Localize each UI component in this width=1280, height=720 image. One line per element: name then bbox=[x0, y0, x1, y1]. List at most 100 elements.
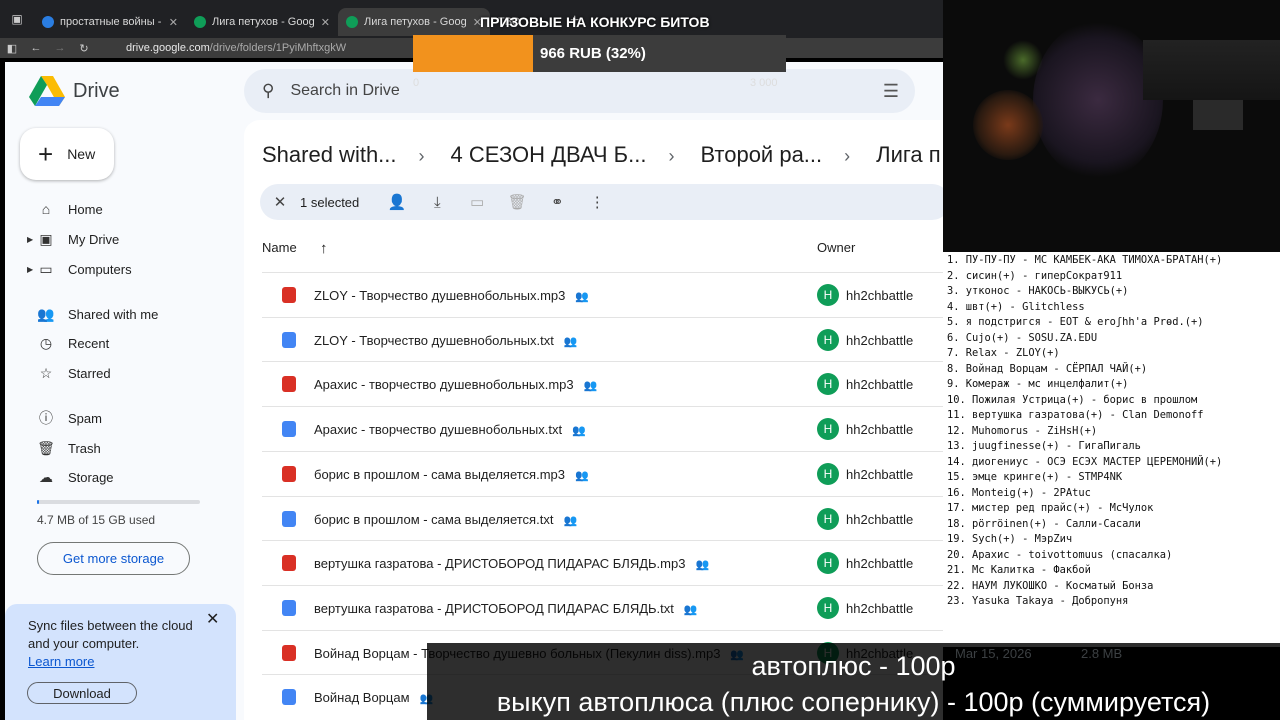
file-size: 2.8 MB bbox=[1081, 646, 1123, 661]
back-icon[interactable]: ← bbox=[24, 42, 48, 54]
search-box[interactable]: ⚲ Search in Drive ☰ bbox=[244, 69, 915, 113]
caption-line-1: автоплюс - 100р bbox=[751, 651, 956, 681]
forward-icon[interactable]: → bbox=[48, 42, 72, 54]
expand-caret-icon[interactable]: ▶ bbox=[27, 235, 33, 244]
sidebar-item-recent[interactable]: ◷ Recent bbox=[25, 328, 225, 358]
owner-avatar: H bbox=[817, 552, 839, 575]
url-field[interactable]: drive.google.com/drive/folders/1PyiMhftx… bbox=[126, 42, 346, 54]
sidebar-item-home[interactable]: ⌂ Home bbox=[25, 194, 225, 224]
table-row[interactable]: Арахис - творчество душевнобольных.txt 👥 H… bbox=[262, 406, 943, 451]
file-date: Mar 15, 2026 bbox=[955, 646, 1032, 661]
list-item: 1. ПУ-ПУ-ПУ - МС КАМБЕК-АКА ТИМОХА-БРАТА… bbox=[947, 254, 1223, 266]
close-tab-icon[interactable]: ✕ bbox=[169, 16, 178, 29]
expand-caret-icon[interactable]: ▶ bbox=[27, 265, 33, 274]
new-button[interactable]: + New bbox=[20, 128, 114, 180]
breadcrumb-item[interactable]: Лига п bbox=[876, 142, 941, 167]
sidebar-item-trash[interactable]: 🗑 Trash bbox=[25, 433, 225, 463]
favicon-icon bbox=[194, 16, 206, 28]
share-icon[interactable]: 👤 bbox=[377, 193, 417, 211]
breadcrumb-item[interactable]: Shared with... bbox=[262, 142, 397, 167]
owner-avatar: H bbox=[817, 596, 839, 619]
download-button[interactable]: Download bbox=[27, 682, 137, 704]
sidebar-item-storage[interactable]: ☁ Storage bbox=[25, 462, 225, 492]
more-vert-icon[interactable]: ⋮ bbox=[577, 193, 617, 211]
list-item: 20. Арахис - toivottomuus (спасалка) bbox=[947, 548, 1173, 561]
tab-title: простатные войны - Google Sh bbox=[60, 16, 163, 28]
col-owner[interactable]: Owner bbox=[817, 240, 855, 255]
sidebar-item-label: Computers bbox=[68, 261, 132, 277]
list-item: 10. Пожилая Устрица(+) - борис в прошлом bbox=[947, 393, 1198, 406]
owner-name: hh2chbattle bbox=[846, 556, 914, 572]
sort-arrow-icon[interactable]: ↑ bbox=[320, 240, 328, 257]
list-item: 2. сисин(+) - гиперСократ911 bbox=[947, 269, 1123, 282]
shared-icon: 👥 bbox=[683, 603, 698, 616]
browser-tab[interactable]: Лига петухов - Google Drive ✕ bbox=[186, 8, 338, 36]
sidebar-item-spam[interactable]: ⓘ Spam bbox=[25, 403, 225, 433]
selected-count: 1 selected bbox=[300, 194, 360, 210]
breadcrumb-item[interactable]: Второй ра... bbox=[700, 142, 822, 167]
close-icon[interactable]: ✕ bbox=[206, 609, 219, 629]
progress-title: ПРИЗОВЫЕ НА КОНКУРС БИТОВ bbox=[480, 14, 710, 30]
sidebar-toggle-icon[interactable]: ◧ bbox=[0, 42, 24, 55]
browser-tab[interactable]: простатные войны - Google Sh ✕ bbox=[34, 8, 186, 36]
owner-avatar: H bbox=[817, 462, 839, 485]
sidebar-item-shared-with-me[interactable]: 👥 Shared with me bbox=[25, 299, 225, 329]
trash-icon[interactable]: 🗑 bbox=[497, 193, 537, 211]
drive-app: Drive ⚲ Search in Drive ☰ + New ⌂ Home ▶ ▣ M… bbox=[5, 62, 943, 720]
search-icon: ⚲ bbox=[262, 81, 275, 100]
file-name: борис в прошлом - сама выделяется.mp3 👥 bbox=[314, 466, 589, 482]
search-options-icon[interactable]: ☰ bbox=[883, 81, 899, 102]
sidebar-item-starred[interactable]: ☆ Starred bbox=[25, 358, 225, 388]
storage-text: 4.7 MB of 15 GB used bbox=[37, 513, 156, 527]
progress-value: 966 RUB (32%) bbox=[540, 45, 646, 62]
star-icon: ☆ bbox=[39, 364, 53, 381]
caption-overlay: автоплюс - 100р выкуп автоплюса (плюс со… bbox=[427, 643, 1280, 720]
get-more-storage-button[interactable]: Get more storage bbox=[37, 542, 190, 575]
breadcrumb-item[interactable]: 4 СЕЗОН ДВАЧ Б... bbox=[451, 142, 647, 167]
storage-fill bbox=[37, 500, 39, 504]
browser-tab[interactable]: Лига петухов - Google Drive✕ bbox=[338, 8, 490, 36]
new-button-label: New bbox=[67, 146, 96, 162]
sidebar-item-label: Storage bbox=[68, 469, 114, 485]
tab-search-icon[interactable]: ▣ bbox=[0, 0, 34, 38]
table-row[interactable]: вертушка газратова - ДРИСТОБОРОД ПИДАРАС… bbox=[262, 540, 943, 585]
list-item: 11. вертушка газратова(+) - Clan Demonof… bbox=[947, 409, 1204, 421]
table-row[interactable]: ZLOY - Творчество душевнобольных.txt 👥 Hhh… bbox=[262, 316, 943, 362]
table-row[interactable]: борис в прошлом - сама выделяется.txt 👥 Hh… bbox=[262, 495, 943, 541]
learn-more-link[interactable]: Learn more bbox=[28, 654, 94, 669]
shared-icon: 👥 bbox=[563, 514, 578, 527]
col-name[interactable]: Name bbox=[262, 240, 297, 255]
file-name: борис в прошлом - сама выделяется.txt 👥 bbox=[314, 511, 578, 527]
shared-icon: 👥 bbox=[695, 559, 710, 572]
my-drive-icon: ▣ bbox=[39, 230, 53, 247]
download-icon[interactable]: ⤓ bbox=[417, 194, 457, 211]
list-item: 22. НАУМ ЛУКОШКО - Косматый Бонза bbox=[947, 579, 1154, 592]
owner-name: hh2chbattle bbox=[846, 422, 914, 438]
move-icon[interactable]: ▭ bbox=[457, 193, 497, 211]
list-item: 19. Sych(+) - МэрZич bbox=[947, 533, 1073, 545]
audio-file-icon bbox=[282, 465, 296, 482]
table-row[interactable]: ZLOY - Творчество душевнобольных.mp3 👥 Hhh… bbox=[262, 272, 943, 317]
drive-logo[interactable]: Drive bbox=[29, 76, 120, 106]
table-row[interactable]: Арахис - творчество душевнобольных.mp3 👥 H… bbox=[262, 361, 943, 406]
clear-selection-icon[interactable]: ✕ bbox=[260, 193, 300, 211]
close-tab-icon[interactable]: ✕ bbox=[321, 16, 330, 29]
link-icon[interactable]: ⚭ bbox=[537, 193, 577, 211]
list-item: 3. утконос - НАКОСЬ-ВЫКУСЬ(+) bbox=[947, 285, 1129, 297]
url-path: /drive/folders/1PyiMhftxgkW bbox=[209, 42, 347, 54]
spam-icon: ⓘ bbox=[39, 410, 53, 426]
doc-file-icon bbox=[282, 510, 296, 527]
tab-title: Лига петухов - Google Drive bbox=[364, 16, 467, 28]
sidebar-item-computers[interactable]: ▶ ▭ Computers bbox=[25, 254, 225, 284]
search-input[interactable]: Search in Drive bbox=[290, 82, 399, 100]
table-row[interactable]: вертушка газратова - ДРИСТОБОРОД ПИДАРАС… bbox=[262, 584, 943, 630]
reload-icon[interactable]: ↻ bbox=[72, 42, 96, 55]
table-row[interactable]: борис в прошлом - сама выделяется.mp3 👥 Hh… bbox=[262, 450, 943, 496]
sidebar-item-my-drive[interactable]: ▶ ▣ My Drive bbox=[25, 224, 225, 254]
favicon-icon bbox=[42, 16, 54, 28]
owner-avatar: H bbox=[817, 507, 839, 530]
sidebar-item-label: Home bbox=[68, 201, 103, 217]
tab-title: Лига петухов - Google Drive bbox=[212, 16, 315, 28]
shared-icon: 👥 bbox=[583, 380, 598, 393]
owner-name: hh2chbattle bbox=[846, 511, 914, 527]
